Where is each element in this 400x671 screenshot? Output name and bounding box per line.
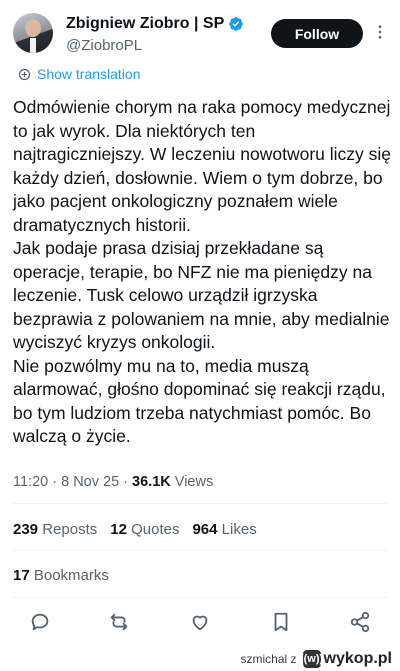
- quotes-stat[interactable]: 12 Quotes: [110, 521, 179, 538]
- more-options-icon[interactable]: [370, 22, 390, 42]
- tweet-text: Odmówienie chorym na raka pomocy medyczn…: [13, 97, 392, 446]
- repost-icon[interactable]: [106, 609, 132, 635]
- author-name-row: Zbigniew Ziobro | SP: [66, 15, 244, 33]
- like-icon[interactable]: [187, 609, 213, 635]
- divider: [13, 550, 387, 551]
- reply-icon[interactable]: [27, 609, 53, 635]
- divider: [13, 503, 387, 504]
- tweet-time[interactable]: 11:20: [13, 474, 48, 490]
- bookmarks-stat[interactable]: 17 Bookmarks: [13, 567, 109, 584]
- watermark-user: szmichal: [240, 652, 288, 666]
- watermark-site: wykop.pl: [323, 650, 392, 667]
- show-translation-label: Show translation: [37, 66, 141, 82]
- action-bar: [0, 609, 400, 637]
- translate-icon: [18, 68, 31, 80]
- author-name[interactable]: Zbigniew Ziobro | SP: [66, 15, 224, 33]
- tweet-meta: 11:20 · 8 Nov 25 · 36.1K Views: [13, 474, 214, 490]
- follow-button[interactable]: Follow: [271, 19, 363, 48]
- views-count: 36.1K: [132, 474, 171, 490]
- reposts-stat[interactable]: 239 Reposts: [13, 521, 97, 538]
- verified-badge-icon: [229, 17, 244, 31]
- avatar[interactable]: [13, 13, 53, 53]
- views-label: Views: [174, 474, 214, 490]
- wykop-logo-icon: ((w)): [300, 650, 323, 668]
- author-handle[interactable]: @ZiobroPL: [66, 37, 142, 54]
- share-icon[interactable]: [347, 609, 373, 635]
- tweet-header: Zbigniew Ziobro | SP @ZiobroPL Follow: [0, 0, 400, 62]
- watermark-sep: z: [290, 652, 297, 666]
- divider: [13, 597, 387, 598]
- wykop-logo: ((w)) wykop.pl: [300, 650, 392, 668]
- watermark: szmichal z ((w)) wykop.pl: [241, 650, 392, 668]
- likes-stat[interactable]: 964 Likes: [192, 521, 256, 538]
- bookmark-icon[interactable]: [268, 609, 294, 635]
- tweet-date[interactable]: 8 Nov 25: [61, 474, 119, 490]
- engagement-stats: 239 Reposts 12 Quotes 964 Likes: [13, 521, 270, 538]
- show-translation-link[interactable]: Show translation: [17, 66, 141, 82]
